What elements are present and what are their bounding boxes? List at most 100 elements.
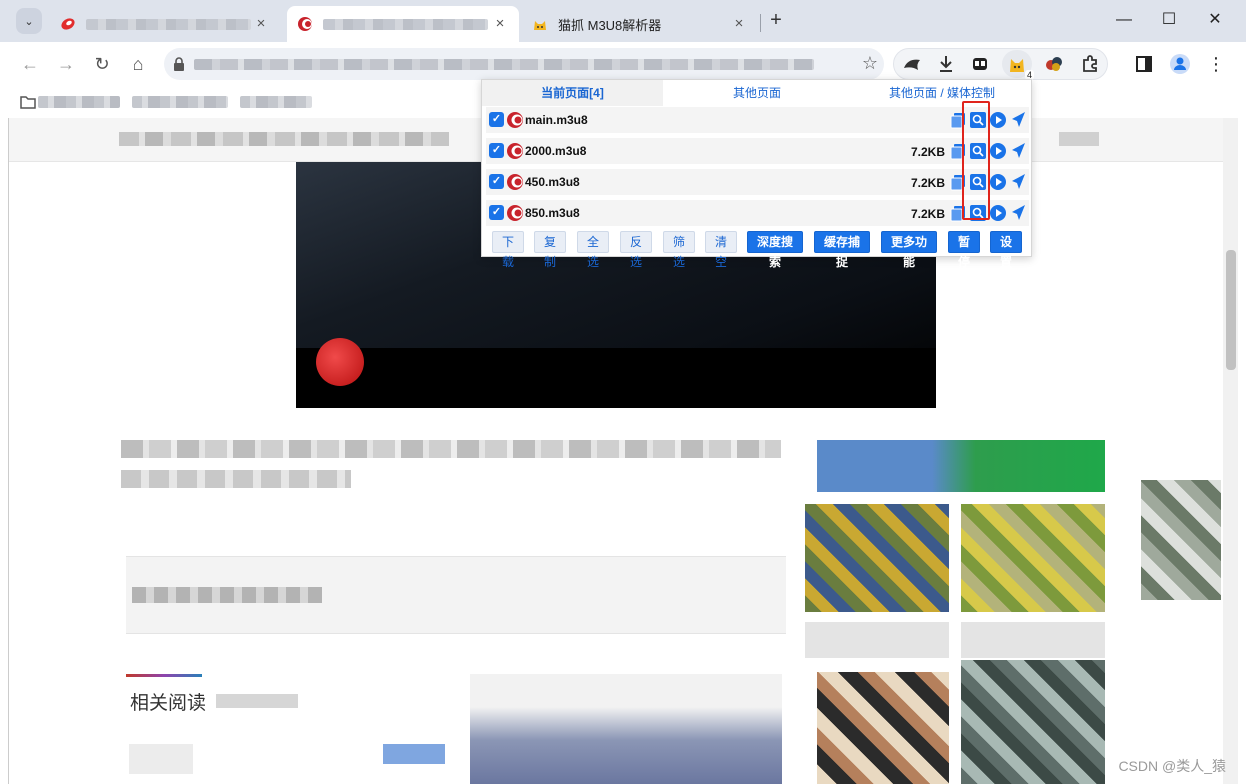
parse-search-icon[interactable] bbox=[969, 173, 987, 191]
tab-strip: ⌄ × × 猫抓 M3U8解析器 × + — ☐ ✕ bbox=[0, 0, 1246, 42]
media-filename: 450.m3u8 bbox=[525, 175, 580, 189]
lock-icon bbox=[174, 57, 184, 71]
maximize-button[interactable]: ☐ bbox=[1147, 6, 1191, 34]
more-features-button[interactable]: 更多功能 bbox=[881, 231, 937, 269]
cat-catch-extension-button[interactable]: 4 bbox=[1002, 50, 1034, 80]
row-checkbox[interactable]: ✓ bbox=[489, 112, 504, 127]
related-image-blur[interactable] bbox=[470, 674, 782, 784]
site-nav-blur[interactable] bbox=[119, 132, 449, 146]
related-tag-blur[interactable] bbox=[383, 744, 445, 764]
bookmark-item[interactable] bbox=[132, 96, 228, 108]
home-button[interactable]: ⌂ bbox=[124, 50, 152, 78]
csdn-watermark: CSDN @类人_猿 bbox=[1118, 758, 1226, 774]
address-bar[interactable]: ☆ bbox=[164, 48, 884, 80]
profile-avatar-icon[interactable] bbox=[1166, 50, 1194, 78]
sidebar-thumb-blur[interactable] bbox=[961, 660, 1105, 784]
close-tab-icon[interactable]: × bbox=[252, 15, 270, 32]
ext-color-balls-icon[interactable] bbox=[1040, 50, 1068, 78]
tab-2-active[interactable]: × bbox=[287, 6, 519, 42]
cache-capture-button[interactable]: 缓存捕捉 bbox=[814, 231, 870, 269]
media-row: ✓ 450.m3u8 7.2KB bbox=[486, 169, 1029, 196]
row-checkbox[interactable]: ✓ bbox=[489, 143, 504, 158]
back-button[interactable]: ← bbox=[16, 50, 44, 78]
send-icon[interactable] bbox=[1009, 142, 1027, 160]
tab-title bbox=[86, 18, 251, 30]
media-filename: main.m3u8 bbox=[525, 113, 588, 127]
parse-search-icon[interactable] bbox=[969, 111, 987, 129]
media-size: 7.2KB bbox=[910, 176, 945, 190]
tab-separator bbox=[760, 14, 761, 32]
settings-button[interactable]: 设置 bbox=[990, 231, 1022, 269]
send-icon[interactable] bbox=[1009, 204, 1027, 222]
send-icon[interactable] bbox=[1009, 173, 1027, 191]
row-checkbox[interactable]: ✓ bbox=[489, 205, 504, 220]
sidebar-thumb-blur[interactable] bbox=[961, 504, 1105, 612]
ext-eyes-icon[interactable] bbox=[966, 50, 994, 78]
send-icon[interactable] bbox=[1009, 111, 1027, 129]
parse-search-icon[interactable] bbox=[969, 204, 987, 222]
parse-search-icon[interactable] bbox=[969, 142, 987, 160]
tab-other-pages[interactable]: 其他页面 bbox=[663, 80, 851, 106]
copy-icon[interactable] bbox=[949, 204, 967, 222]
info-box bbox=[126, 556, 786, 634]
sidebar-thumb-blur[interactable] bbox=[817, 672, 949, 784]
tab-1[interactable]: × bbox=[50, 6, 280, 42]
ext-shield-icon[interactable] bbox=[898, 50, 926, 78]
forward-button[interactable]: → bbox=[52, 50, 80, 78]
select-all-button[interactable]: 全选 bbox=[577, 231, 609, 269]
scrollbar-thumb[interactable] bbox=[1226, 250, 1236, 370]
pause-button[interactable]: 暂停 bbox=[948, 231, 980, 269]
bookmark-star-icon[interactable]: ☆ bbox=[862, 53, 878, 74]
popup-button-bar: 下载 复制 全选 反选 筛选 清空 深度搜索 缓存捕捉 更多功能 暂停 设置 bbox=[482, 228, 1033, 269]
media-row: ✓ main.m3u8 bbox=[486, 107, 1029, 134]
minimize-button[interactable]: — bbox=[1102, 6, 1146, 34]
related-reading-heading: 相关阅读 bbox=[130, 693, 207, 714]
site-favicon-icon bbox=[61, 18, 75, 30]
copy-icon[interactable] bbox=[949, 111, 967, 129]
play-icon[interactable] bbox=[989, 111, 1007, 129]
deep-search-button[interactable]: 深度搜索 bbox=[747, 231, 803, 269]
close-window-button[interactable]: ✕ bbox=[1193, 6, 1237, 34]
download-button[interactable]: 下载 bbox=[492, 231, 524, 269]
sidebar-banner-blur[interactable] bbox=[817, 440, 1105, 492]
copy-button[interactable]: 复制 bbox=[534, 231, 566, 269]
filter-button[interactable]: 筛选 bbox=[663, 231, 695, 269]
side-panel-icon[interactable] bbox=[1130, 50, 1158, 78]
tab-media-control[interactable]: 其他页面 / 媒体控制 bbox=[851, 80, 1033, 106]
invert-select-button[interactable]: 反选 bbox=[620, 231, 652, 269]
bookmark-item[interactable] bbox=[38, 96, 120, 108]
play-icon[interactable] bbox=[989, 173, 1007, 191]
tab-search-button[interactable]: ⌄ bbox=[16, 8, 42, 34]
close-tab-icon[interactable]: × bbox=[491, 15, 509, 32]
extensions-puzzle-icon[interactable] bbox=[1076, 50, 1104, 78]
bookmark-item[interactable] bbox=[240, 96, 312, 108]
play-icon[interactable] bbox=[989, 142, 1007, 160]
clear-button[interactable]: 清空 bbox=[705, 231, 737, 269]
m3u8-file-icon bbox=[507, 174, 523, 190]
folder-icon bbox=[20, 96, 36, 109]
play-icon[interactable] bbox=[989, 204, 1007, 222]
page-scrollbar[interactable] bbox=[1223, 118, 1238, 784]
chevron-down-icon: ⌄ bbox=[24, 15, 34, 28]
new-tab-button[interactable]: + bbox=[764, 9, 788, 33]
copy-icon[interactable] bbox=[949, 142, 967, 160]
copy-icon[interactable] bbox=[949, 173, 967, 191]
tab-current-page[interactable]: 当前页面[4] bbox=[482, 80, 663, 106]
popup-tabs: 当前页面[4] 其他页面 其他页面 / 媒体控制 bbox=[482, 80, 1033, 106]
decor-line bbox=[126, 674, 202, 677]
media-size: 7.2KB bbox=[910, 207, 945, 221]
site-nav-blur[interactable] bbox=[1059, 132, 1099, 146]
tab-title: 猫抓 M3U8解析器 bbox=[558, 17, 662, 33]
reload-button[interactable]: ↻ bbox=[88, 50, 116, 78]
article-text-blur bbox=[121, 470, 351, 488]
m3u8-file-icon bbox=[507, 143, 523, 159]
close-tab-icon[interactable]: × bbox=[730, 15, 748, 32]
row-checkbox[interactable]: ✓ bbox=[489, 174, 504, 189]
sidebar-text-blur bbox=[961, 622, 1105, 658]
tab-3[interactable]: 猫抓 M3U8解析器 × bbox=[522, 6, 758, 42]
browser-menu-button[interactable]: ⋮ bbox=[1202, 50, 1230, 78]
video-logo bbox=[316, 338, 364, 386]
sidebar-thumb-blur[interactable] bbox=[805, 504, 949, 612]
download-icon[interactable] bbox=[932, 50, 960, 78]
side-ad-blur[interactable] bbox=[1141, 480, 1221, 600]
